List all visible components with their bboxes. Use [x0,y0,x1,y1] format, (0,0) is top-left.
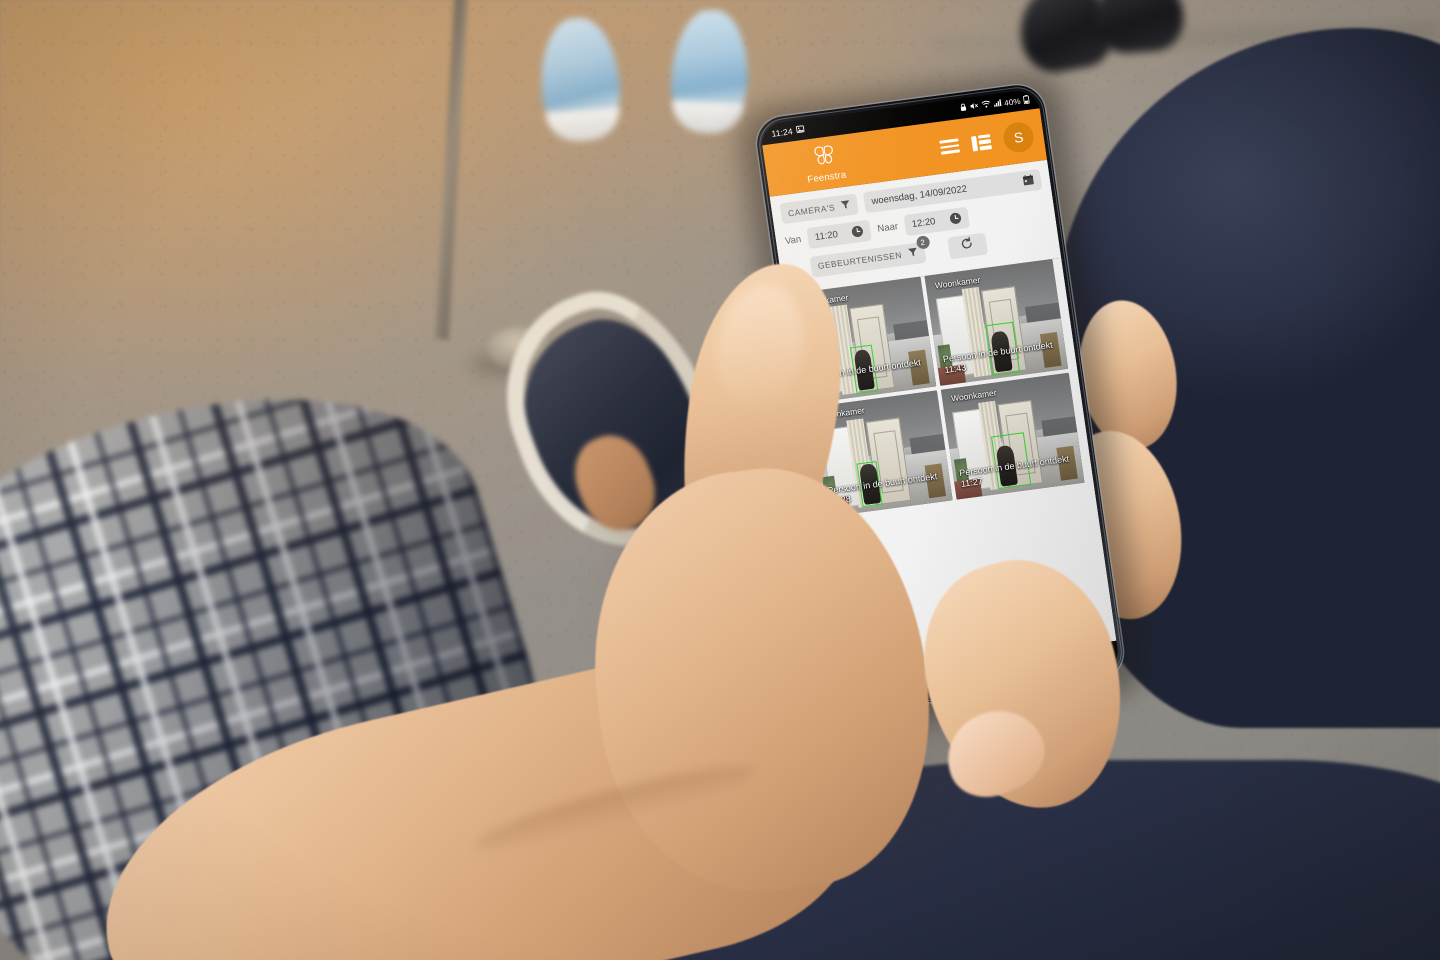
filter-funnel-icon [907,247,919,260]
signal-icon [993,98,1002,109]
to-time-value: 12:20 [911,216,937,231]
view-toggle-button[interactable] [970,133,992,151]
filter-funnel-icon [840,199,852,212]
hamburger-icon [939,138,961,155]
events-filter-label: GEBEURTENISSEN [817,249,903,271]
to-time-input[interactable]: 12:20 [903,206,970,237]
blue-sneaker-left [536,15,624,144]
avatar-initial: S [1012,128,1025,146]
lock-icon [959,103,967,114]
to-label: Naar [876,221,899,235]
events-filter-wrap: GEBEURTENISSEN 2 [809,234,930,278]
status-bar-clock: 11:24 [770,126,794,139]
clock-icon [851,224,865,239]
status-bar-left: 11:24 [771,125,805,139]
from-time-input[interactable]: 11:20 [806,219,873,249]
from-time-value: 11:20 [814,229,839,244]
events-filter-button[interactable]: GEBEURTENISSEN [809,241,927,278]
mute-icon [969,101,979,112]
image-icon [796,125,805,136]
battery-percent-label: 40% [1003,96,1022,108]
calendar-icon [1022,174,1035,188]
from-label: Van [784,234,802,248]
battery-icon [1023,94,1031,106]
camera-tile[interactable]: Woonkamer Persoon in de buurt ontdekt 11… [924,258,1069,386]
grid-view-icon [970,133,992,151]
clock-icon [948,211,962,226]
cameras-filter-button[interactable]: CAMERA'S [779,193,860,225]
refresh-icon [959,236,974,256]
menu-button[interactable] [939,138,961,155]
camera-tile[interactable]: Woonkamer Persoon in de buurt ontdekt 11… [940,372,1085,500]
photo-scene: 11:24 40% Feenstra S CAMERA'S woensdag, … [0,0,1440,960]
feenstra-butterfly-icon [809,142,839,172]
account-avatar[interactable]: S [1001,120,1036,155]
reset-filters-button[interactable] [946,232,988,260]
header-actions: S [938,120,1036,162]
blue-sneaker-right [668,8,752,135]
wifi-icon [981,100,991,111]
cameras-filter-label: CAMERA'S [787,201,836,218]
brand-logo: Feenstra [803,141,847,185]
date-value: woensdag, 14/09/2022 [870,183,968,208]
